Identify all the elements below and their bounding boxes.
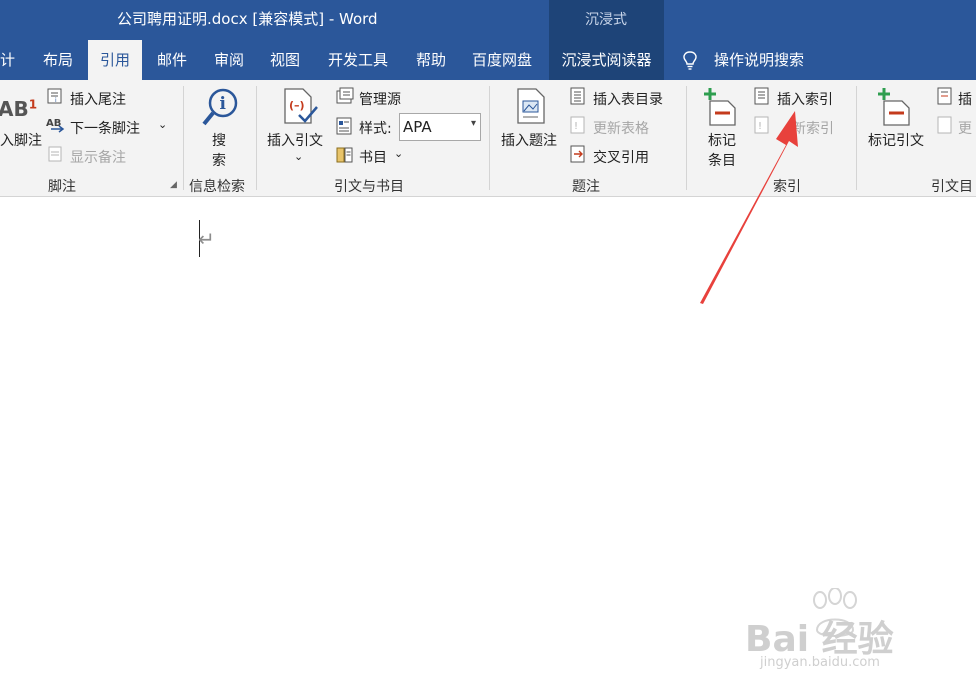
- bibliography-button[interactable]: 书目: [359, 147, 387, 167]
- tab-view[interactable]: 视图: [258, 40, 312, 80]
- paragraph-mark-icon: ↵: [198, 227, 215, 251]
- insert-footnote-icon: AB1: [0, 97, 38, 121]
- svg-text:i: i: [220, 94, 227, 114]
- citations-group-label: 引文与书目: [334, 179, 404, 195]
- next-footnote-icon: AB: [46, 118, 65, 133]
- watermark-url: jingyan.baidu.com: [760, 655, 880, 670]
- svg-text:!: !: [574, 121, 578, 132]
- tab-design[interactable]: 计: [0, 40, 20, 80]
- insert-caption-button[interactable]: 插入题注: [501, 130, 557, 150]
- immersive-header-label: 沉浸式: [585, 12, 627, 28]
- update-toa-icon: [937, 116, 952, 134]
- svg-text:AB: AB: [46, 118, 61, 129]
- dialog-launcher-icon[interactable]: ◢: [170, 180, 177, 190]
- insert-caption-icon: [517, 88, 545, 124]
- tab-references[interactable]: 引用: [88, 40, 142, 80]
- style-label: 样式:: [359, 121, 392, 137]
- update-toa-button[interactable]: 更: [958, 118, 972, 138]
- chevron-down-icon[interactable]: ⌄: [394, 147, 403, 160]
- insert-footnote-button[interactable]: 入脚注: [0, 130, 42, 150]
- insert-endnote-button[interactable]: 插入尾注: [70, 89, 126, 109]
- window-title: 公司聘用证明.docx [兼容模式] - Word: [117, 10, 378, 28]
- tab-layout[interactable]: 布局: [30, 40, 86, 80]
- group-separator: [489, 86, 490, 190]
- update-table-button[interactable]: 更新表格: [593, 118, 649, 138]
- tab-mailings[interactable]: 邮件: [145, 40, 199, 80]
- mark-citation-button[interactable]: 标记引文: [868, 130, 924, 150]
- chevron-down-icon[interactable]: ⌄: [158, 118, 167, 131]
- insert-toa-icon: [937, 87, 952, 105]
- insert-index-icon: [754, 87, 769, 105]
- tab-baidu-netdisk[interactable]: 百度网盘: [462, 40, 542, 80]
- insert-table-of-figures-icon: [570, 87, 585, 105]
- search-icon: i: [202, 88, 238, 126]
- insert-table-of-figures-button[interactable]: 插入表目录: [593, 89, 663, 109]
- group-separator: [686, 86, 687, 190]
- insert-citation-button[interactable]: 插入引文: [267, 130, 323, 150]
- chevron-down-icon[interactable]: ⌄: [294, 150, 303, 163]
- tab-immersive-reader[interactable]: 沉浸式阅读器: [549, 40, 664, 80]
- update-table-icon: !: [570, 116, 585, 134]
- lightbulb-icon: [683, 51, 697, 70]
- show-notes-icon: [48, 146, 62, 162]
- manage-sources-button[interactable]: 管理源: [359, 89, 401, 109]
- group-separator: [856, 86, 857, 190]
- search-button[interactable]: 搜: [212, 130, 226, 150]
- dropdown-arrow-icon: ▾: [470, 118, 476, 129]
- svg-text:(–): (–): [289, 99, 305, 112]
- cross-reference-icon: [570, 145, 585, 163]
- bibliography-icon: [336, 147, 353, 163]
- show-notes-button[interactable]: 显示备注: [70, 147, 126, 167]
- insert-endnote-icon: i: [47, 88, 62, 104]
- research-group-label: 信息检索: [189, 179, 245, 195]
- style-dropdown-value: APA: [403, 118, 432, 136]
- mark-citation-icon: [878, 88, 910, 126]
- tab-developer[interactable]: 开发工具: [318, 40, 398, 80]
- footnotes-group-label: 脚注: [48, 179, 76, 195]
- cross-reference-button[interactable]: 交叉引用: [593, 147, 649, 167]
- tab-review[interactable]: 审阅: [202, 40, 256, 80]
- manage-sources-icon: [336, 87, 354, 104]
- style-dropdown[interactable]: APA ▾: [399, 113, 481, 141]
- tab-help[interactable]: 帮助: [404, 40, 458, 80]
- insert-citation-icon: (–): [284, 88, 318, 124]
- style-icon: [336, 117, 352, 135]
- toa-group-label: 引文目: [931, 179, 973, 195]
- tell-me-search[interactable]: 操作说明搜索: [714, 40, 804, 80]
- captions-group-label: 题注: [572, 179, 600, 195]
- next-footnote-button[interactable]: 下一条脚注: [70, 118, 140, 138]
- search-button-line2: 索: [212, 153, 226, 169]
- group-separator: [256, 86, 257, 190]
- group-separator: [183, 86, 184, 190]
- insert-toa-button[interactable]: 插: [958, 89, 972, 109]
- annotation-arrow-icon: [700, 111, 798, 304]
